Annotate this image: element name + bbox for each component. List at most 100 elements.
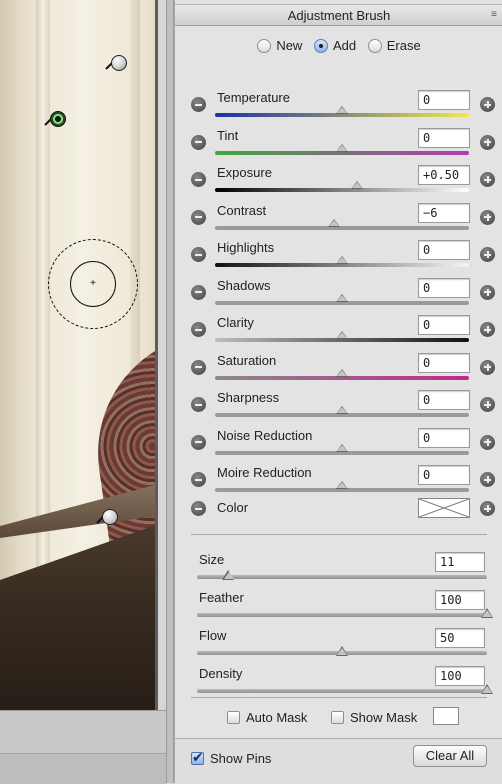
- adjustment-value-field[interactable]: 0: [418, 90, 470, 110]
- decrease-button[interactable]: [191, 397, 206, 412]
- decrease-button[interactable]: [191, 97, 206, 112]
- decrease-button[interactable]: [191, 247, 206, 262]
- increase-button[interactable]: [480, 247, 495, 262]
- decrease-button[interactable]: [191, 472, 206, 487]
- slider-thumb[interactable]: [336, 368, 348, 377]
- adjustment-value-field[interactable]: 0: [418, 427, 470, 448]
- color-label: Color: [217, 500, 249, 515]
- mode-erase[interactable]: Erase: [367, 38, 421, 53]
- adjustment-value-field[interactable]: 0: [418, 127, 470, 148]
- slider-thumb[interactable]: [336, 443, 348, 452]
- brush-setting-label: Density: [199, 666, 243, 681]
- adjustment-label: Sharpness: [217, 390, 280, 405]
- decrease-button[interactable]: [191, 359, 206, 375]
- increase-button[interactable]: [480, 97, 495, 112]
- increase-button[interactable]: [480, 472, 495, 487]
- brush-value-field[interactable]: 100: [435, 590, 485, 610]
- slider-thumb[interactable]: [336, 106, 348, 114]
- clear-all-button[interactable]: Clear All: [413, 745, 487, 767]
- brush-slider-track[interactable]: [197, 613, 487, 617]
- show-mask-checkbox[interactable]: [331, 710, 344, 724]
- mode-erase-label: Erase: [386, 38, 421, 53]
- show-mask-label: Show Mask: [350, 709, 418, 725]
- increase-button[interactable]: [480, 284, 495, 300]
- brush-value-field[interactable]: 11: [435, 552, 485, 572]
- brush-setting-label: Feather: [199, 590, 244, 605]
- slider-thumb[interactable]: [328, 218, 341, 227]
- mask-color-swatch[interactable]: [433, 707, 459, 725]
- adjustment-pin[interactable]: [96, 509, 118, 531]
- show-mask-option[interactable]: Show Mask: [331, 708, 417, 726]
- slider-thumb[interactable]: [222, 570, 235, 582]
- decrease-button[interactable]: [191, 172, 206, 187]
- slider-thumb[interactable]: [336, 406, 348, 414]
- color-minus-button[interactable]: [191, 501, 206, 516]
- brush-slider-track[interactable]: [197, 575, 487, 579]
- slider-thumb[interactable]: [480, 608, 494, 620]
- slider-thumb[interactable]: [336, 256, 348, 264]
- adjustment-pin-active[interactable]: [44, 111, 66, 133]
- decrease-button[interactable]: [191, 134, 206, 150]
- adjustment-row-tint: Tint 0: [175, 118, 502, 155]
- adjustment-label: Clarity: [217, 315, 254, 330]
- show-pins-option[interactable]: Show Pins: [191, 749, 271, 767]
- pin-icon: [102, 509, 118, 525]
- brush-setting-label: Flow: [199, 628, 227, 643]
- adjustment-label: Tint: [217, 127, 239, 143]
- increase-button[interactable]: [480, 172, 495, 187]
- decrease-button[interactable]: [191, 322, 206, 337]
- slider-thumb[interactable]: [480, 684, 494, 696]
- brush-row-density: Density 100: [175, 662, 502, 702]
- brush-slider-track[interactable]: [197, 689, 487, 693]
- color-plus-button[interactable]: [480, 501, 495, 516]
- adjustment-label: Contrast: [217, 202, 267, 218]
- adjustment-label: Highlights: [217, 240, 275, 255]
- adjustment-label: Shadows: [217, 277, 271, 293]
- adjustment-label: Temperature: [217, 90, 290, 105]
- adjustment-value-field[interactable]: +0.50: [418, 165, 470, 185]
- adjustment-slider-track[interactable]: [215, 225, 469, 230]
- adjustment-value-field[interactable]: 0: [418, 277, 470, 298]
- brush-value-field[interactable]: 100: [435, 666, 485, 686]
- adjustment-value-field[interactable]: −6: [418, 202, 470, 223]
- increase-button[interactable]: [480, 434, 495, 450]
- show-pins-checkbox[interactable]: [191, 749, 204, 766]
- slider-thumb[interactable]: [351, 181, 364, 189]
- photo-canvas[interactable]: +: [0, 0, 158, 710]
- decrease-button[interactable]: [191, 434, 206, 450]
- slider-thumb[interactable]: [336, 293, 348, 302]
- adjustment-slider-track[interactable]: [215, 188, 469, 192]
- adjustment-value-field[interactable]: 0: [418, 390, 470, 410]
- filmstrip-area: [0, 710, 166, 754]
- increase-button[interactable]: [480, 359, 495, 375]
- increase-button[interactable]: [480, 322, 495, 337]
- decrease-button[interactable]: [191, 209, 206, 225]
- adjustment-pin[interactable]: [105, 55, 127, 77]
- brush-value-field[interactable]: 50: [435, 628, 485, 648]
- adjustment-row-moire-reduction: Moire Reduction 0: [175, 455, 502, 492]
- auto-mask-checkbox[interactable]: [227, 710, 240, 724]
- adjustment-label: Exposure: [217, 165, 272, 180]
- increase-button[interactable]: [480, 134, 495, 150]
- mode-add-label: Add: [332, 38, 357, 53]
- slider-thumb[interactable]: [335, 646, 349, 658]
- panel-splitter[interactable]: [166, 0, 174, 783]
- adjustment-value-field[interactable]: 0: [418, 240, 470, 260]
- panel-menu-icon[interactable]: ≡: [491, 10, 497, 20]
- slider-thumb[interactable]: [336, 331, 348, 339]
- increase-button[interactable]: [480, 209, 495, 225]
- color-swatch[interactable]: [418, 498, 470, 518]
- adjustment-value-field[interactable]: 0: [418, 315, 470, 335]
- adjustment-row-sharpness: Sharpness 0: [175, 380, 502, 417]
- adjustment-value-field[interactable]: 0: [418, 352, 470, 373]
- radio-add[interactable]: [313, 38, 328, 53]
- radio-erase[interactable]: [367, 38, 382, 53]
- radio-new[interactable]: [257, 38, 272, 53]
- decrease-button[interactable]: [191, 284, 206, 300]
- mode-add[interactable]: Add: [313, 38, 357, 53]
- increase-button[interactable]: [480, 397, 495, 412]
- adjustment-value-field[interactable]: 0: [418, 465, 470, 485]
- mode-new[interactable]: New: [257, 38, 302, 53]
- slider-thumb[interactable]: [336, 143, 348, 152]
- auto-mask-option[interactable]: Auto Mask: [227, 708, 307, 726]
